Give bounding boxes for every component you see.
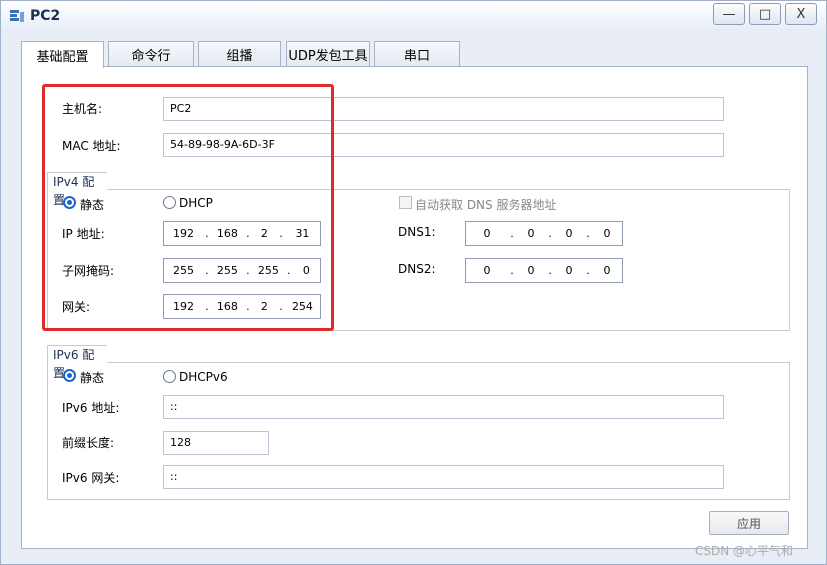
ipv6-group-title: IPv6 配置 [48,346,120,380]
auto-dns-checkbox[interactable] [399,196,412,209]
prefix-length-input[interactable]: 128 [163,431,269,455]
dns2-octet-2: 0 [527,264,535,277]
dns1-dot: . [510,227,514,240]
auto-dns-label: 自动获取 DNS 服务器地址 [415,198,557,212]
close-icon: X [796,6,806,22]
close-button[interactable]: X [785,3,817,25]
dns1-octet-4: 0 [603,227,611,240]
tab-command-line[interactable]: 命令行 [108,41,194,67]
dns1-octet-3: 0 [565,227,573,240]
dns2-octet-3: 0 [565,264,573,277]
annotation-highlight-box [42,84,334,331]
ipv6-gateway-label: IPv6 网关: [62,471,120,485]
watermark-text: CSDN @心平气和 [695,544,794,558]
tab-udp-tool[interactable]: UDP发包工具 [286,41,370,67]
dns2-octet-4: 0 [603,264,611,277]
title-bar: PC2 — □ X [1,1,826,31]
dns1-input[interactable]: 0. 0. 0. 0 [465,221,623,246]
maximize-icon: □ [758,6,772,22]
ipv6-static-radio[interactable] [63,369,76,382]
minimize-icon: — [722,6,736,22]
maximize-button[interactable]: □ [749,3,781,25]
dns2-dot: . [586,264,590,277]
pc2-config-window: PC2 — □ X 基础配置 命令行 组播 UDP发包工具 串口 主机名: PC… [0,0,827,565]
dns1-dot: . [548,227,552,240]
dns2-octet-1: 0 [483,264,491,277]
ipv6-address-input[interactable]: :: [163,395,724,419]
dns1-label: DNS1: [398,225,436,239]
prefix-length-label: 前缀长度: [62,436,115,450]
window-title: PC2 [30,8,61,24]
dns1-dot: . [586,227,590,240]
ipv6-static-label: 静态 [80,371,105,385]
dns2-label: DNS2: [398,262,436,276]
apply-button[interactable]: 应用 [709,511,789,535]
dns2-input[interactable]: 0. 0. 0. 0 [465,258,623,283]
minimize-button[interactable]: — [713,3,745,25]
tab-serial-port[interactable]: 串口 [374,41,460,67]
ipv6-dhcp-radio[interactable] [163,370,176,383]
ipv6-gateway-input[interactable]: :: [163,465,724,489]
ipv6-dhcp-label: DHCPv6 [179,370,228,384]
dns2-dot: . [510,264,514,277]
ipv6-address-label: IPv6 地址: [62,401,120,415]
dns1-octet-1: 0 [483,227,491,240]
dns2-dot: . [548,264,552,277]
tab-multicast[interactable]: 组播 [198,41,281,67]
pc-app-icon [10,10,24,22]
tab-basic-config[interactable]: 基础配置 [21,41,104,68]
dns1-octet-2: 0 [527,227,535,240]
